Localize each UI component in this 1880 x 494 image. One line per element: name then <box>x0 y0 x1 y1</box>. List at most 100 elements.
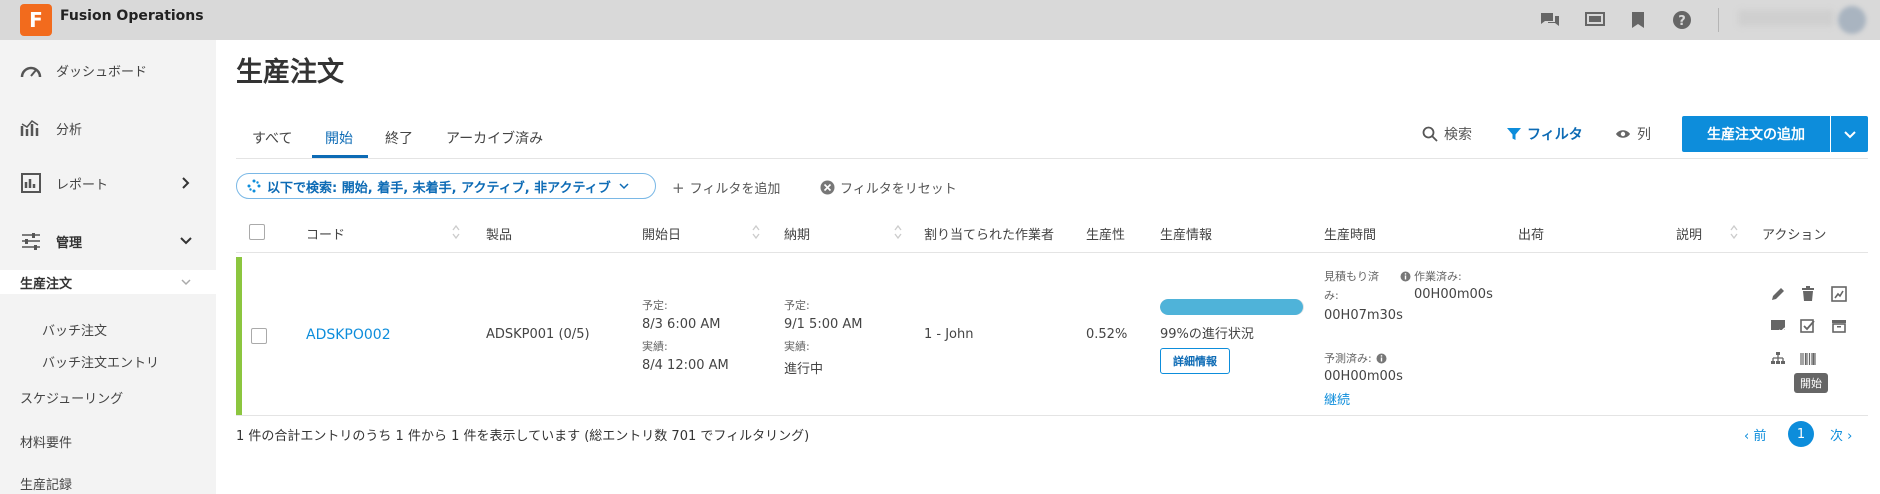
edit-icon[interactable] <box>1769 285 1787 303</box>
progress-bar <box>1160 299 1304 315</box>
tab-finished[interactable]: 終了 <box>385 128 413 148</box>
chat-icon[interactable] <box>1540 10 1560 30</box>
sidebar-item-label: 分析 <box>56 122 83 138</box>
column-header-actions: アクション <box>1762 228 1827 243</box>
sidebar-subitem-batch-order-entry[interactable]: バッチ注文エントリ <box>42 352 159 371</box>
start-actual-value: 8/4 12:00 AM <box>642 358 729 373</box>
tab-started[interactable]: 開始 <box>325 128 353 148</box>
column-header-production-info[interactable]: 生産情報 <box>1160 224 1212 243</box>
due-planned-label: 予定: <box>784 299 810 312</box>
filter-label: フィルタ <box>1527 127 1583 143</box>
sidebar-item-scheduling[interactable]: スケジューリング <box>20 388 123 407</box>
continue-link[interactable]: 継続 <box>1324 389 1350 408</box>
info-icon[interactable] <box>1376 353 1387 364</box>
action-tooltip: 開始 <box>1794 373 1828 393</box>
row-status-indicator <box>236 257 242 415</box>
previous-page-link[interactable]: ‹ 前 <box>1744 425 1766 444</box>
select-all-checkbox[interactable] <box>249 224 265 240</box>
column-header-shipment[interactable]: 出荷 <box>1518 224 1544 243</box>
sidebar-item-label: レポート <box>56 177 109 193</box>
start-planned-label: 予定: <box>642 299 668 312</box>
progress-text: 99%の進行状況 <box>1160 327 1254 342</box>
assigned-worker-cell: 1 - John <box>924 327 974 342</box>
search-icon <box>1422 126 1438 142</box>
columns-button[interactable]: 列 <box>1615 124 1651 144</box>
next-page-link[interactable]: 次 › <box>1830 425 1852 444</box>
sidebar-item-analytics[interactable]: 分析 <box>0 116 216 140</box>
sidebar-subitem-batch-orders[interactable]: バッチ注文 <box>42 320 107 339</box>
column-header-product[interactable]: 製品 <box>486 224 512 243</box>
due-planned-value: 9/1 5:00 AM <box>784 317 863 332</box>
column-header-assigned-worker[interactable]: 割り当てられた作業者 <box>924 224 1054 243</box>
tabs-divider <box>236 158 1868 159</box>
info-icon[interactable] <box>1400 271 1411 282</box>
column-header-description[interactable]: 説明 <box>1676 224 1702 243</box>
row-checkbox[interactable] <box>251 328 267 344</box>
sidebar-item-dashboard[interactable]: ダッシュボード <box>0 58 216 82</box>
archive-icon[interactable] <box>1830 317 1848 335</box>
column-header-start-date[interactable]: 開始日 <box>642 224 681 243</box>
header-divider <box>236 252 1868 253</box>
column-header-due-date[interactable]: 納期 <box>784 224 810 243</box>
checkbox-check-icon[interactable] <box>1799 317 1817 335</box>
user-name[interactable] <box>1738 10 1834 26</box>
tab-all[interactable]: すべて <box>252 128 292 148</box>
sort-icon[interactable] <box>1730 225 1738 239</box>
sidebar-item-material-requirements[interactable]: 材料要件 <box>20 432 72 451</box>
filter-chip-label: 以下で検索: 開始, 着手, 未着手, アクティブ, 非アクティブ <box>267 180 611 196</box>
eye-icon <box>1616 130 1630 138</box>
row-divider <box>236 415 1868 416</box>
search-label: 検索 <box>1444 127 1472 143</box>
details-button[interactable]: 詳細情報 <box>1160 348 1230 374</box>
chevron-down-icon <box>180 276 192 288</box>
reset-filter-label: フィルタをリセット <box>840 182 957 197</box>
svg-text:?: ? <box>1678 14 1686 29</box>
productivity-cell: 0.52% <box>1086 327 1128 342</box>
app-logo[interactable]: F <box>20 4 52 36</box>
sort-icon[interactable] <box>752 225 760 239</box>
add-dropdown-button[interactable] <box>1831 116 1868 152</box>
loading-dots-icon <box>247 179 261 193</box>
tab-archived[interactable]: アーカイブ済み <box>446 128 543 148</box>
forecast-label: 予測済み: <box>1324 352 1372 365</box>
hierarchy-icon[interactable] <box>1769 350 1787 368</box>
active-filter-chip[interactable]: 以下で検索: 開始, 着手, 未着手, アクティブ, 非アクティブ <box>236 173 656 199</box>
chevron-right-icon <box>180 177 192 189</box>
sort-icon[interactable] <box>452 225 460 239</box>
sort-icon[interactable] <box>894 225 902 239</box>
plus-icon: + <box>672 178 685 197</box>
monitor-icon[interactable] <box>1585 10 1605 30</box>
pagination-summary: 1 件の合計エントリのうち 1 件から 1 件を表示しています (総エントリ数 … <box>236 429 810 444</box>
page-title: 生産注文 <box>236 57 344 88</box>
estimated-label-cont: み: <box>1324 289 1339 302</box>
order-code-link[interactable]: ADSKPO002 <box>306 327 391 343</box>
reset-filter-link[interactable]: フィルタをリセット <box>820 178 957 197</box>
filter-button[interactable]: フィルタ <box>1507 124 1583 144</box>
sidebar-item-reports[interactable]: レポート <box>0 171 216 195</box>
settings-sliders-icon <box>20 230 42 252</box>
search-button[interactable]: 検索 <box>1422 124 1472 144</box>
bookmark-icon[interactable] <box>1628 10 1648 30</box>
columns-label: 列 <box>1637 127 1651 143</box>
screen-check-icon[interactable] <box>1769 317 1787 335</box>
delete-icon[interactable] <box>1799 285 1817 303</box>
topbar-divider <box>1718 8 1719 32</box>
barcode-icon[interactable] <box>1799 350 1817 368</box>
add-production-order-button[interactable]: 生産注文の追加 <box>1682 116 1830 152</box>
sidebar-item-label: 管理 <box>56 235 83 251</box>
sidebar-section-label: 生産注文 <box>20 276 73 292</box>
sidebar-item-production-records[interactable]: 生産記録 <box>20 474 72 493</box>
analytics-icon <box>20 117 42 139</box>
sidebar: ダッシュボード 分析 レポート 管理 生産注文 バッチ注文 バッチ注文エントリ … <box>0 40 216 494</box>
column-header-productivity[interactable]: 生産性 <box>1086 224 1125 243</box>
sidebar-item-admin[interactable]: 管理 <box>0 229 216 253</box>
help-icon[interactable]: ? <box>1672 10 1692 30</box>
sidebar-section-production-orders[interactable]: 生産注文 <box>0 270 216 294</box>
current-page-button[interactable]: 1 <box>1788 421 1814 447</box>
column-header-production-time[interactable]: 生産時間 <box>1324 224 1376 243</box>
top-bar: F Fusion Operations ? <box>0 0 1880 40</box>
column-header-code[interactable]: コード <box>306 224 345 243</box>
add-filter-link[interactable]: + フィルタを追加 <box>672 178 780 198</box>
avatar[interactable] <box>1838 6 1866 34</box>
chart-icon[interactable] <box>1830 285 1848 303</box>
